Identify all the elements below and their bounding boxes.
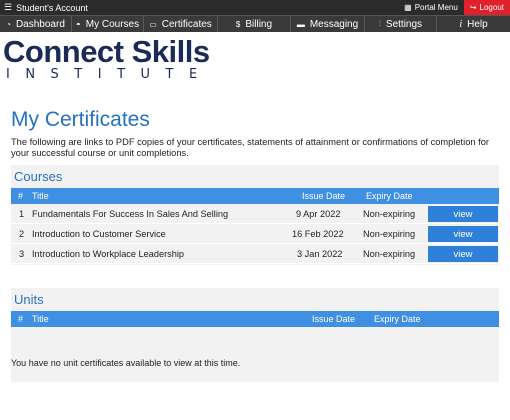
portal-menu-label: Portal Menu	[414, 3, 458, 12]
courses-heading: Courses	[14, 169, 63, 184]
help-icon: i	[459, 18, 463, 30]
logout-button[interactable]: ↪ Logout	[463, 0, 510, 15]
col-num: #	[18, 191, 24, 201]
row-num: 1	[19, 209, 25, 219]
row-expiry-date: Non-expiring	[363, 209, 416, 219]
courses-icon: ◓	[75, 19, 81, 29]
account-title: ☰ Student's Account	[0, 2, 88, 13]
row-title: Fundamentals For Success In Sales And Se…	[32, 209, 229, 219]
view-button[interactable]: view	[428, 246, 498, 262]
logo-subtitle: INSTITUTE	[6, 67, 213, 82]
units-table-header: # Title Issue Date Expiry Date	[11, 311, 499, 327]
row-num: 2	[19, 229, 25, 239]
nav-label: Settings	[385, 18, 423, 30]
nav-label: Certificates	[161, 18, 212, 30]
col-expiry-date: Expiry Date	[366, 191, 413, 201]
grid-icon: ▦	[404, 3, 412, 12]
account-title-label: Student's Account	[16, 2, 88, 13]
table-row: 2 Introduction to Customer Service 16 Fe…	[11, 224, 499, 244]
message-icon: ▬	[296, 19, 305, 29]
view-button[interactable]: view	[428, 226, 498, 242]
nav-label: Billing	[245, 18, 273, 30]
nav-help[interactable]: i Help	[437, 16, 510, 32]
institute-logo[interactable]: Connect Skills INSTITUTE	[3, 34, 223, 87]
billing-icon: $	[235, 19, 241, 29]
row-title: Introduction to Customer Service	[32, 229, 166, 239]
row-issue-date: 9 Apr 2022	[296, 209, 341, 219]
row-title: Introduction to Workplace Leadership	[32, 249, 185, 259]
logo-wordmark: Connect Skills	[3, 34, 210, 69]
logout-icon: ↪	[469, 3, 477, 12]
nav-settings[interactable]: ⫶ Settings	[365, 16, 437, 32]
hamburger-icon[interactable]: ☰	[4, 2, 12, 13]
dashboard-icon: ◔	[6, 19, 11, 29]
row-expiry-date: Non-expiring	[363, 229, 416, 239]
row-num: 3	[19, 249, 25, 259]
col-expiry-date: Expiry Date	[374, 314, 421, 324]
logout-label: Logout	[479, 3, 504, 12]
nav-billing[interactable]: $ Billing	[218, 16, 291, 32]
nav-label: My Courses	[85, 18, 140, 30]
col-num: #	[18, 314, 24, 324]
courses-section: Courses # Title Issue Date Expiry Date 1…	[11, 165, 499, 265]
units-heading: Units	[14, 292, 44, 307]
col-title: Title	[32, 314, 49, 324]
nav-label: Help	[467, 18, 488, 30]
settings-icon: ⫶	[378, 19, 381, 28]
nav-my-courses[interactable]: ◓ My Courses	[72, 16, 144, 32]
row-expiry-date: Non-expiring	[363, 249, 416, 259]
units-section: Units # Title Issue Date Expiry Date You…	[11, 288, 499, 382]
intro-text: The following are links to PDF copies of…	[11, 137, 489, 158]
nav-label: Messaging	[309, 18, 359, 30]
nav-label: Dashboard	[15, 18, 65, 30]
table-row: 1 Fundamentals For Success In Sales And …	[11, 204, 499, 224]
portal-menu-button[interactable]: ▦ Portal Menu	[398, 0, 464, 15]
col-title: Title	[32, 191, 49, 201]
main-nav: ◔ Dashboard ◓ My Courses ▭ Certificates …	[0, 15, 510, 32]
view-button[interactable]: view	[428, 206, 498, 222]
nav-certificates[interactable]: ▭ Certificates	[144, 16, 218, 32]
account-topbar: ☰ Student's Account ▦ Portal Menu ↪ Logo…	[0, 0, 510, 15]
page-title: My Certificates	[11, 108, 150, 131]
certificate-icon: ▭	[149, 19, 157, 29]
empty-units-message: You have no unit certificates available …	[11, 358, 241, 368]
row-issue-date: 3 Jan 2022	[297, 249, 343, 259]
col-issue-date: Issue Date	[302, 191, 346, 201]
row-issue-date: 16 Feb 2022	[292, 229, 344, 239]
table-row: 3 Introduction to Workplace Leadership 3…	[11, 244, 499, 264]
courses-table-header: # Title Issue Date Expiry Date	[11, 188, 499, 204]
nav-messaging[interactable]: ▬ Messaging	[291, 16, 365, 32]
nav-dashboard[interactable]: ◔ Dashboard	[0, 16, 72, 32]
col-issue-date: Issue Date	[312, 314, 356, 324]
